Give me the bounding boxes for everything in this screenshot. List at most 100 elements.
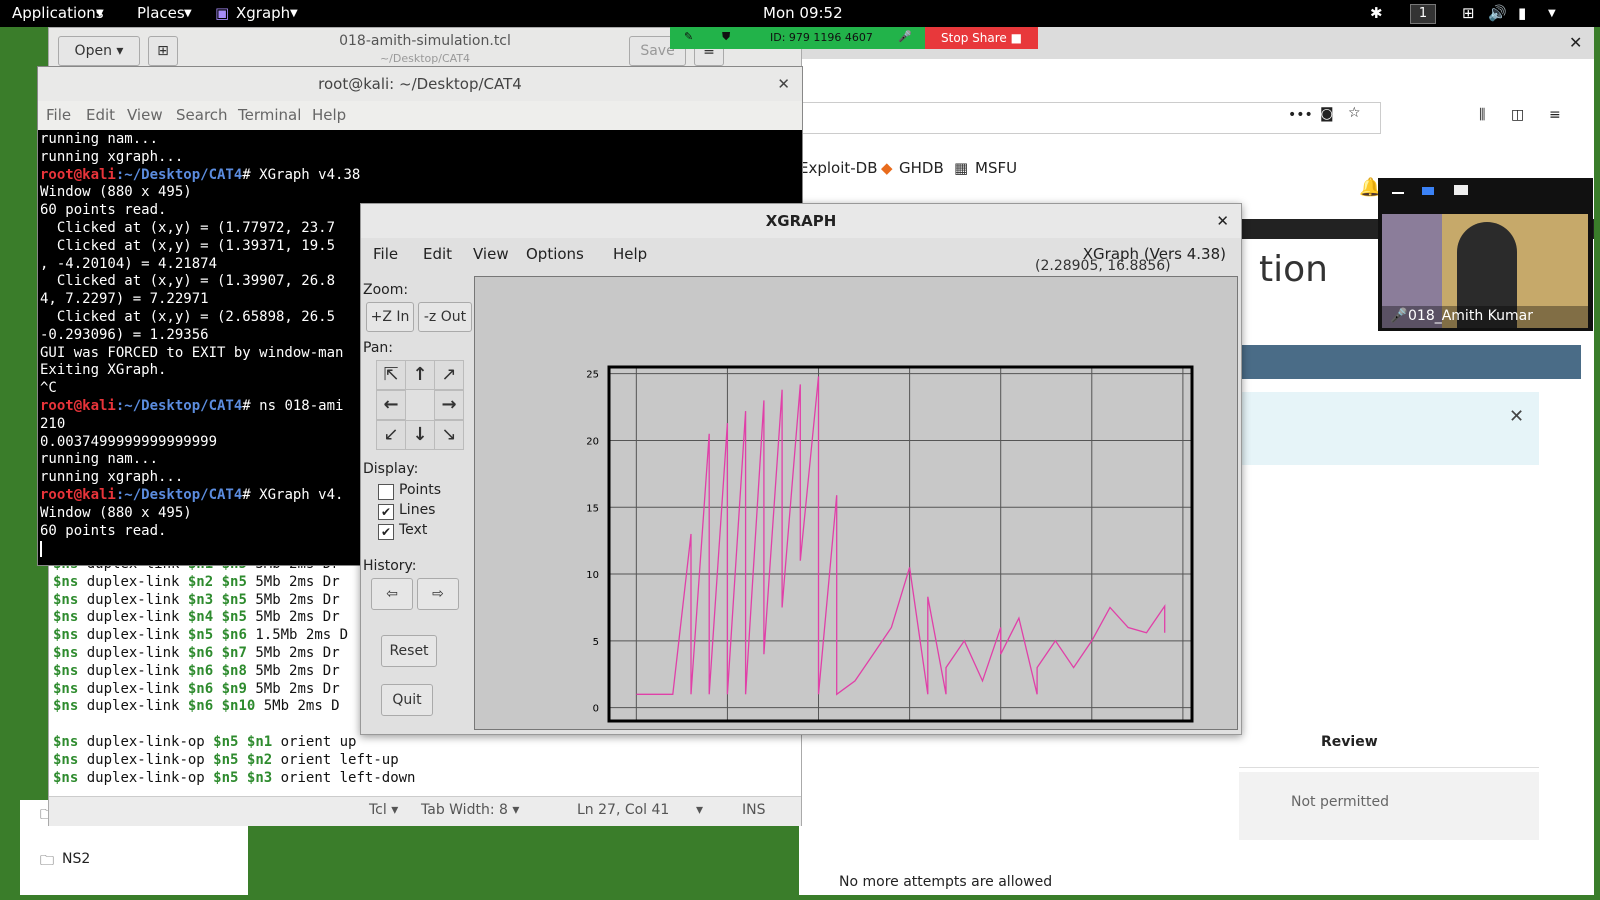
- participant-name: 018_Amith Kumar: [1408, 308, 1533, 324]
- menu-help[interactable]: Help: [613, 245, 647, 263]
- pan-down-left-icon[interactable]: ↙: [376, 420, 406, 450]
- pan-up-icon[interactable]: ↑: [405, 360, 435, 390]
- plot-border: [607, 365, 1194, 723]
- pan-right-icon[interactable]: →: [434, 390, 464, 420]
- more-icon[interactable]: •••: [1288, 107, 1313, 123]
- battery-icon[interactable]: ▮: [1518, 4, 1526, 22]
- attempts-notice: No more attempts are allowed: [839, 874, 1053, 890]
- pan-up-left-icon[interactable]: ⇱: [376, 360, 406, 390]
- url-bar[interactable]: ••• ◙ ☆: [799, 102, 1381, 134]
- video-feed: 🎤 018_Amith Kumar: [1382, 214, 1588, 328]
- menu-view[interactable]: View: [127, 106, 163, 124]
- points-checkbox[interactable]: [378, 484, 394, 500]
- bookmark-msfu[interactable]: MSFU: [975, 159, 1017, 177]
- reset-button[interactable]: Reset: [381, 635, 437, 667]
- terminal-line: Clicked at (x,y) = (1.39371, 19.5: [40, 237, 336, 254]
- terminal-line: , -4.20104) = 4.21874: [40, 255, 218, 272]
- history-forward-icon[interactable]: ⇨: [417, 578, 459, 610]
- menu-icon[interactable]: ≡: [1549, 107, 1561, 123]
- terminal-line: 60 points read.: [40, 522, 167, 539]
- xgraph-title: XGRAPH: [765, 212, 837, 230]
- quit-button[interactable]: Quit: [381, 684, 433, 716]
- insert-mode: INS: [742, 802, 766, 818]
- terminal-line: Window (880 x 495): [40, 504, 192, 521]
- library-icon[interactable]: ⫼: [1479, 107, 1485, 123]
- menu-help[interactable]: Help: [312, 106, 346, 124]
- stop-share-label: Stop Share: [941, 31, 1007, 45]
- menu-search[interactable]: Search: [176, 106, 228, 124]
- language-selector[interactable]: Tcl ▾: [369, 802, 398, 818]
- close-icon[interactable]: ✕: [1216, 204, 1229, 238]
- pan-left-icon[interactable]: ←: [376, 390, 406, 420]
- page-heading: tion: [1259, 249, 1328, 290]
- minimize-icon[interactable]: [1392, 192, 1404, 194]
- pan-down-icon[interactable]: ↓: [405, 420, 435, 450]
- pan-up-right-icon[interactable]: ↗: [434, 360, 464, 390]
- folder-item[interactable]: NS2: [62, 851, 90, 867]
- code-line: $ns duplex-link-op $n5 $n2 orient left-u…: [53, 751, 399, 768]
- pan-down-right-icon[interactable]: ↘: [434, 420, 464, 450]
- tab-width-label: Tab Width: 8: [421, 802, 508, 818]
- info-alert: ✕: [1219, 392, 1539, 465]
- mute-icon[interactable]: 🎤: [898, 30, 912, 43]
- close-icon[interactable]: ✕: [1509, 406, 1524, 427]
- menu-view[interactable]: View: [473, 245, 509, 263]
- camera-icon[interactable]: ✱: [1370, 4, 1383, 22]
- sidebar-icon[interactable]: ◫: [1511, 107, 1524, 123]
- active-app-menu[interactable]: Xgraph: [236, 4, 290, 22]
- menu-options[interactable]: Options: [526, 245, 584, 263]
- cursor-coordinates: (2.28905, 16.8856): [1035, 258, 1171, 274]
- history-label: History:: [363, 558, 417, 574]
- plot-area[interactable]: 0.00.51.01.52.02.53.00510152025: [474, 276, 1238, 742]
- text-checkbox[interactable]: ✔: [378, 524, 394, 540]
- close-icon[interactable]: ✕: [777, 67, 790, 101]
- zoom-share-bar: ✎ ⛊ ID: 979 1196 4607 🎤: [670, 27, 925, 49]
- view-icon[interactable]: [1422, 187, 1434, 195]
- y-tick-label: 10: [586, 570, 599, 581]
- xgraph-chart[interactable]: 0.00.51.01.52.02.53.00510152025: [475, 277, 1237, 742]
- pin-icon[interactable]: ✎: [684, 30, 693, 43]
- volume-icon[interactable]: 🔊: [1488, 4, 1507, 22]
- top-panel: Applications ▼ Places ▼ ▣ Xgraph ▼ Mon 0…: [0, 0, 1600, 27]
- menu-edit[interactable]: Edit: [86, 106, 115, 124]
- zoom-label: Zoom:: [363, 282, 409, 298]
- bookmark-exploit-db[interactable]: Exploit-DB: [799, 159, 878, 177]
- terminal-line: -0.293096) = 1.29356: [40, 326, 209, 343]
- workspace-indicator[interactable]: 1: [1410, 4, 1436, 24]
- chevron-down-icon: ▼: [96, 8, 104, 19]
- network-icon[interactable]: ⊞: [1462, 4, 1475, 22]
- stop-share-button[interactable]: Stop Share ■: [925, 27, 1038, 49]
- shield-icon: ⛊: [722, 30, 731, 43]
- code-line: $ns duplex-link-op $n5 $n1 orient up: [53, 733, 357, 750]
- terminal-line: Window (880 x 495): [40, 184, 192, 201]
- applications-menu[interactable]: Applications: [12, 4, 104, 22]
- close-icon[interactable]: ✕: [1569, 33, 1582, 52]
- y-tick-label: 0: [593, 704, 599, 715]
- terminal-line: 60 points read.: [40, 202, 167, 219]
- fullscreen-icon[interactable]: [1454, 185, 1468, 195]
- bookmark-ghdb[interactable]: GHDB: [899, 159, 944, 177]
- terminal-line: root@kali:~/Desktop/CAT4# XGraph v4.: [40, 486, 344, 503]
- cursor-position[interactable]: Ln 27, Col 41 ▾: [577, 802, 703, 818]
- y-tick-label: 20: [586, 436, 599, 447]
- terminal-line: root@kali:~/Desktop/CAT4# XGraph v4.38: [40, 166, 361, 183]
- terminal-line: 4, 7.2297) = 7.22971: [40, 291, 209, 308]
- terminal-line: running xgraph...: [40, 469, 184, 486]
- terminal-line: running nam...: [40, 131, 159, 147]
- places-menu[interactable]: Places: [137, 4, 185, 22]
- lines-checkbox[interactable]: ✔: [378, 504, 394, 520]
- chevron-down-icon[interactable]: ▼: [1548, 8, 1556, 19]
- pocket-icon[interactable]: ◙: [1320, 106, 1334, 122]
- menu-terminal[interactable]: Terminal: [238, 106, 301, 124]
- history-back-icon[interactable]: ⇦: [371, 578, 413, 610]
- menu-file[interactable]: File: [46, 106, 71, 124]
- table-divider: [1239, 767, 1539, 768]
- menu-file[interactable]: File: [373, 245, 398, 263]
- bookmark-star-icon[interactable]: ☆: [1348, 105, 1361, 121]
- terminal-output[interactable]: running nam... running xgraph... root@kali…: [40, 131, 360, 540]
- tab-width-selector[interactable]: Tab Width: 8 ▾: [421, 802, 519, 818]
- zoom-in-button[interactable]: +Z In: [366, 302, 414, 332]
- zoom-out-button[interactable]: -z Out: [418, 302, 472, 332]
- menu-edit[interactable]: Edit: [423, 245, 452, 263]
- clock[interactable]: Mon 09:52: [763, 4, 843, 22]
